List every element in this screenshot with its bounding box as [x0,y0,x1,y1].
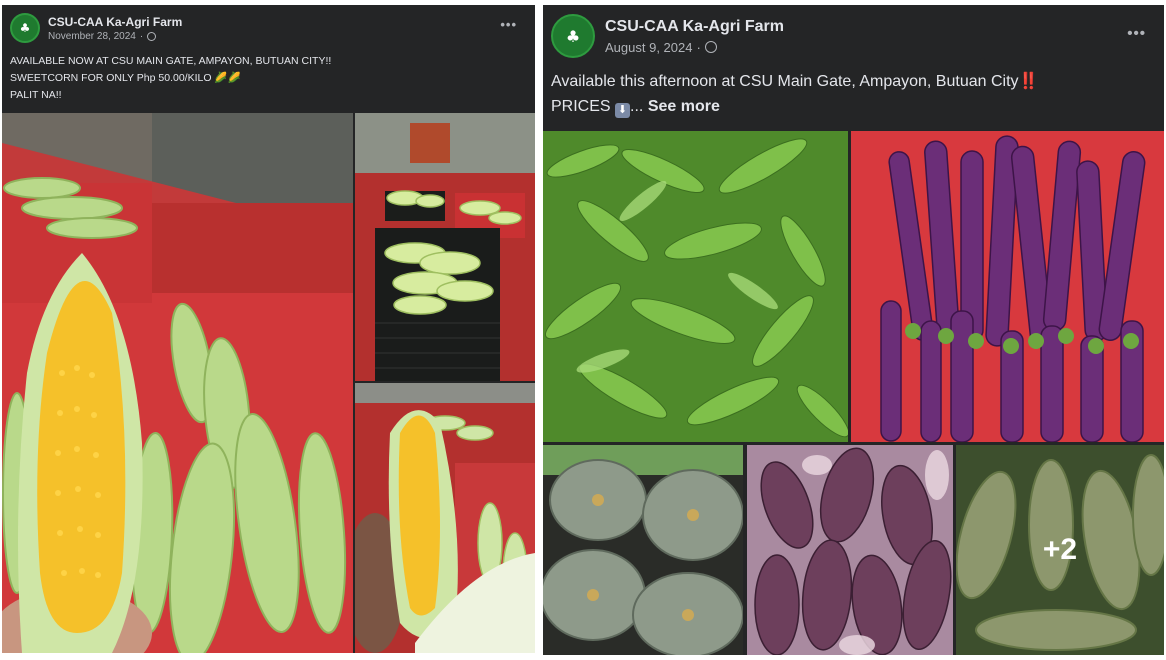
sweetcorn-truck-photo[interactable] [2,113,353,653]
post-date[interactable]: November 28, 2024 [48,31,136,42]
caption-line: AVAILABLE NOW AT CSU MAIN GATE, AMPAYON,… [10,55,332,67]
post-header: ♣ CSU-CAA Ka-Agri Farm November 28, 2024… [10,13,182,43]
post-card-sweetcorn: ♣ CSU-CAA Ka-Agri Farm November 28, 2024… [2,5,535,653]
caption-prices: PRICES [551,98,611,115]
bottle-gourd-photo[interactable]: +2 [956,445,1164,655]
globe-icon [147,31,157,41]
post-caption: Available this afternoon at CSU Main Gat… [551,69,1038,119]
kangkong-photo[interactable] [543,131,848,442]
post-date[interactable]: August 9, 2024 [605,40,692,55]
page-name[interactable]: CSU-CAA Ka-Agri Farm [605,18,784,36]
corn-crates-photo[interactable] [355,113,535,381]
post-card-vegetables: ♣ CSU-CAA Ka-Agri Farm August 9, 2024 · … [543,5,1164,655]
post-caption: AVAILABLE NOW AT CSU MAIN GATE, AMPAYON,… [10,53,331,104]
post-header: ♣ CSU-CAA Ka-Agri Farm August 9, 2024 · [551,14,784,58]
squash-photo[interactable] [543,445,743,655]
page-avatar[interactable]: ♣ [10,13,40,43]
eggplant-photo[interactable] [851,131,1164,442]
caption-ellipsis: ... [630,98,644,115]
page-avatar[interactable]: ♣ [551,14,595,58]
corn-in-hand-photo[interactable] [355,383,535,653]
page-name[interactable]: CSU-CAA Ka-Agri Farm [48,15,182,29]
double-exclamation-emoji: ‼️ [1018,73,1039,90]
more-options-icon[interactable]: ••• [500,17,517,32]
more-photos-overlay[interactable]: +2 [956,445,1164,655]
more-options-icon[interactable]: ••• [1127,25,1146,42]
see-more-link[interactable]: See more [648,98,720,115]
globe-icon [704,41,717,53]
caption-line: PALIT NA!! [10,89,62,101]
down-arrow-emoji: ⬇ [615,103,631,118]
caption-line: Available this afternoon at CSU Main Gat… [551,73,1019,90]
caption-line: SWEETCORN FOR ONLY Php 50.00/KILO 🌽🌽 [10,72,241,84]
banana-heart-photo[interactable] [747,445,953,655]
